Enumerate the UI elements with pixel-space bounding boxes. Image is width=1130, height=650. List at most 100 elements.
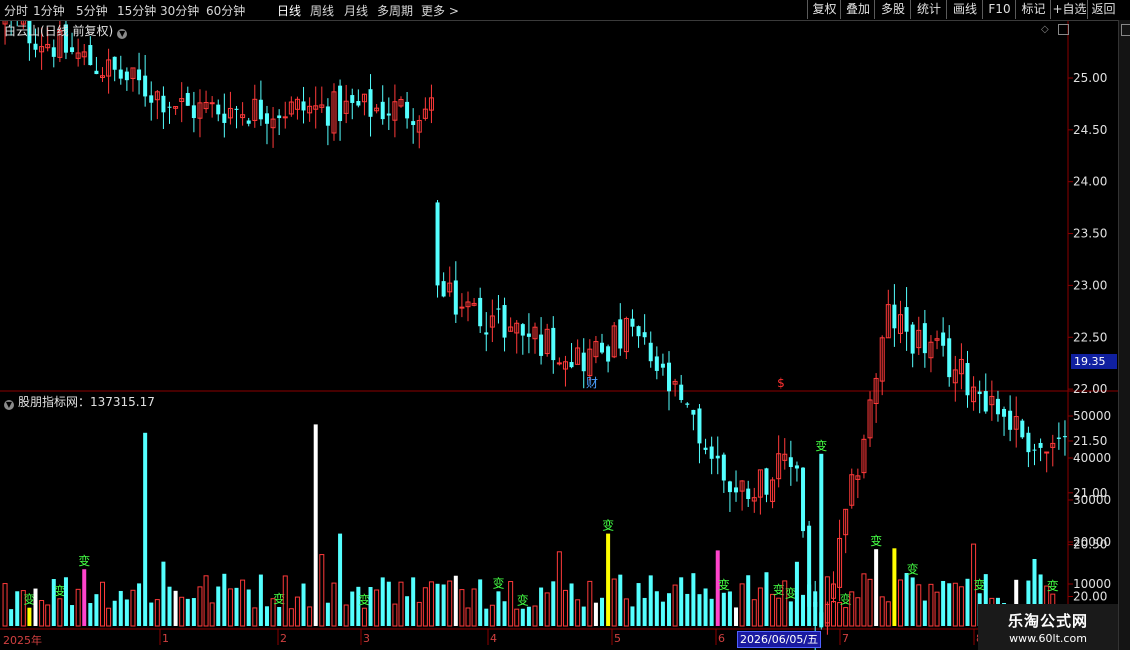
month-label-3: 3 <box>363 632 370 645</box>
volume-bar-158 <box>965 578 970 626</box>
candle-body-115 <box>703 447 708 450</box>
candle-body-113 <box>691 409 696 415</box>
candle-body-82 <box>502 305 507 338</box>
volume-bar-9 <box>57 598 63 627</box>
candle-body-168 <box>1026 432 1031 453</box>
toolbar-button-0[interactable]: 复权 <box>807 0 841 19</box>
volume-bar-111 <box>679 577 684 626</box>
candle-body-18 <box>112 56 117 70</box>
signal-label-85: 变 <box>517 593 529 608</box>
timeframe-7[interactable]: 周线 <box>310 2 334 19</box>
candle-body-106 <box>648 342 653 362</box>
volume-bar-32 <box>197 586 203 627</box>
right-scrollbar[interactable] <box>1118 20 1130 650</box>
timeframe-0[interactable]: 分时 <box>4 2 28 19</box>
volume-bar-0 <box>2 583 8 627</box>
toolbar-button-5[interactable]: F10 <box>982 0 1016 19</box>
volume-bar-85 <box>520 608 525 626</box>
toolbar-button-2[interactable]: 多股 <box>874 0 911 19</box>
candle-body-40 <box>246 120 251 124</box>
volume-bar-23 <box>143 432 148 626</box>
volume-bar-20 <box>124 599 129 626</box>
volume-bar-27 <box>167 586 172 626</box>
volume-bar-48 <box>294 596 300 627</box>
candle-body-111 <box>679 384 684 400</box>
toolbar-button-1[interactable]: 叠加 <box>840 0 875 19</box>
volume-bar-123 <box>751 599 757 627</box>
volume-bar-118 <box>721 592 726 626</box>
timeframe-10[interactable]: 更多 > <box>421 2 459 19</box>
timeframe-4[interactable]: 30分钟 <box>160 2 199 19</box>
volume-bar-57 <box>350 591 355 626</box>
timeframe-9[interactable]: 多周期 <box>377 2 413 19</box>
volume-bar-39 <box>240 579 246 627</box>
volume-bar-108 <box>660 601 665 626</box>
candle-body-93 <box>569 362 574 368</box>
volume-bar-87 <box>532 605 538 627</box>
volume-bar-36 <box>222 573 227 626</box>
signal-label-149: 变 <box>907 561 919 576</box>
candle-body-27 <box>167 106 172 108</box>
volume-bar-14 <box>88 603 93 626</box>
volume-bar-52 <box>319 554 325 627</box>
volume-bar-134 <box>819 453 824 626</box>
volume-bar-92 <box>562 589 568 627</box>
volume-axis-label-3: 20000 <box>1073 535 1111 549</box>
volume-bar-113 <box>691 573 696 626</box>
candle-body-149 <box>910 324 915 354</box>
timeframe-3[interactable]: 15分钟 <box>117 2 156 19</box>
volume-bar-50 <box>307 606 313 627</box>
dropdown-icon[interactable]: ▼ <box>117 29 128 39</box>
volume-bar-88 <box>539 587 544 626</box>
candle-body-120 <box>734 487 739 493</box>
stock-title-text: 白云山(日线 前复权) <box>4 24 114 38</box>
diamond-icon[interactable]: ◇ <box>1041 24 1049 35</box>
volume-bar-43 <box>264 606 269 626</box>
watermark-line1: 乐淘公式网 <box>1007 612 1088 630</box>
candle-body-125 <box>764 468 769 495</box>
toolbar-button-4[interactable]: 画线 <box>946 0 983 19</box>
indicator-dropdown-icon[interactable]: ▼ <box>4 400 14 410</box>
toolbar-button-8[interactable]: 返回 <box>1087 0 1119 19</box>
year-label: 2025年 <box>3 634 42 647</box>
candle-body-112 <box>685 403 690 405</box>
volume-bar-28 <box>173 590 178 626</box>
volume-bar-119 <box>727 591 732 626</box>
time-axis: 2025年12345678 <box>0 630 983 650</box>
volume-bar-79 <box>484 608 489 626</box>
candle-body-173 <box>1056 437 1061 439</box>
timeframe-1[interactable]: 1分钟 <box>33 2 65 19</box>
price-axis-label-2: 24.00 <box>1073 175 1107 189</box>
volume-bar-104 <box>636 583 641 626</box>
volume-bar-84 <box>514 608 520 627</box>
volume-bar-141 <box>861 573 867 627</box>
timeframe-2[interactable]: 5分钟 <box>76 2 108 19</box>
chart-canvas[interactable]: 变变变变 变变变变变变变变变变变变变 25.0024.5024.0023.5023… <box>0 0 1118 650</box>
toolbar-button-3[interactable]: 统计 <box>910 0 947 19</box>
volume-bar-156 <box>952 582 958 627</box>
candle-body-58 <box>356 101 361 106</box>
candle-body-79 <box>484 332 489 335</box>
scroll-square-icon <box>1121 24 1130 36</box>
volume-bar-4 <box>27 607 32 626</box>
timeframe-6[interactable]: 日线 <box>277 2 301 19</box>
candle-body-71 <box>435 202 440 286</box>
timeframe-5[interactable]: 60分钟 <box>206 2 245 19</box>
volume-bar-6 <box>39 600 45 627</box>
candle-body-78 <box>478 297 483 327</box>
timeframe-8[interactable]: 月线 <box>344 2 368 19</box>
candle-body-43 <box>264 113 269 124</box>
volume-bar-120 <box>734 607 739 626</box>
volume-bar-110 <box>672 584 678 627</box>
candle-body-116 <box>709 446 714 459</box>
chart-title: 白云山(日线 前复权) ▼ <box>4 22 128 39</box>
candle-body-165 <box>1008 410 1013 430</box>
toolbar-button-6[interactable]: 标记 <box>1015 0 1051 19</box>
volume-bar-69 <box>422 587 428 627</box>
volume-bar-148 <box>904 573 909 626</box>
window-square-icon[interactable] <box>1058 24 1069 35</box>
toolbar-button-7[interactable]: +自选 <box>1050 0 1088 19</box>
candle-body-169 <box>1032 449 1037 451</box>
candle-body-57 <box>350 95 355 103</box>
signal-label-13: 变 <box>78 553 90 568</box>
